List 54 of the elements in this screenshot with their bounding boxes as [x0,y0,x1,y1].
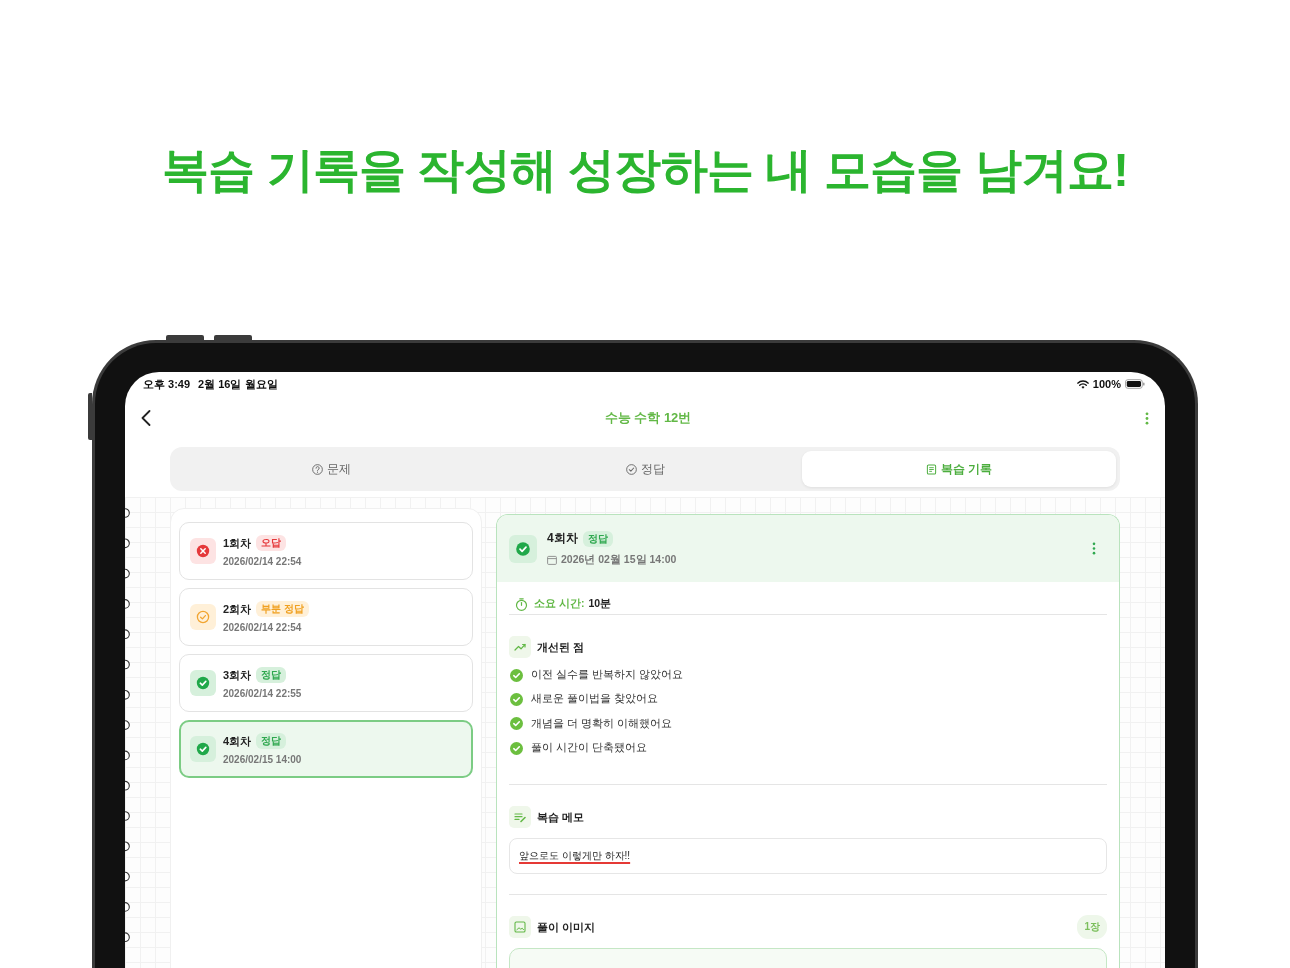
check-icon [510,717,523,731]
question-icon [311,463,323,475]
section-title: 개선된 점 [537,639,585,655]
wifi-icon [1076,379,1089,389]
improvement-text: 새로운 풀이법을 찾았어요 [531,692,658,707]
attempt-card[interactable]: 3회차 정답 2026/02/14 22:55 [179,654,473,712]
attempt-date: 2026/02/14 22:54 [223,556,302,567]
section-title: 풀이 이미지 [537,919,596,935]
time-label: 소요 시간: [534,597,585,611]
notes-pencil-icon [509,806,531,829]
attempt-title: 1회차 [223,535,252,551]
trend-up-icon [509,636,531,658]
battery-percent: 100% [1092,378,1121,390]
attempt-title: 3회차 [223,667,252,683]
attempt-date: 2026/02/14 22:54 [223,622,303,633]
attempt-date: 2026/02/15 14:00 [223,754,302,765]
note-icon [925,463,937,475]
back-icon[interactable] [141,410,151,426]
result-tag: 부분 정답 [256,601,309,617]
more-icon[interactable] [1145,411,1149,425]
check-circle-icon [625,463,637,475]
check-icon [510,692,523,706]
check-icon [510,668,523,682]
improvement-text: 이전 실수를 반복하지 않았어요 [531,668,683,683]
tab[interactable]: 문제 [174,451,488,487]
status-date: 2월 16일 월요일 [198,376,278,392]
result-tag: 정답 [256,733,287,749]
nav-title: 수능 수학 12번 [604,409,692,427]
tab[interactable]: 정답 [488,451,802,487]
improvement-text: 풀이 시간이 단축됐어요 [531,741,647,756]
check-icon [510,741,523,755]
improvement-text: 개념을 더 명확히 이해했어요 [531,716,672,731]
timer-icon [515,597,528,611]
memo-field[interactable]: 앞으로도 이렇게만 하자!! [509,838,1107,875]
calendar-icon [547,555,557,565]
image-icon [509,916,531,939]
attempt-title: 4회차 [223,733,252,749]
detail-title: 4회차 [547,530,578,547]
status-time: 오후 3:49 [143,376,191,392]
result-tag: 오답 [256,535,287,551]
detail-date: 2026년 02월 15일 14:00 [561,553,677,567]
result-tag: 정답 [256,667,287,683]
headline: 복습 기록을 작성해 성장하는 내 모습을 남겨요! [161,142,1129,198]
attempt-card[interactable]: 2회차 부분 정답 2026/02/14 22:54 [179,588,473,646]
result-tag: 정답 [582,530,613,547]
attempt-card[interactable]: 1회차 오답 2026/02/14 22:54 [179,522,473,580]
more-icon[interactable] [1092,542,1096,555]
count-tag: 1장 [1077,915,1107,940]
time-value: 10분 [588,597,612,611]
attempt-card[interactable]: 4회차 정답 2026/02/15 14:00 [179,720,473,778]
battery-icon [1125,379,1145,389]
attempt-title: 2회차 [223,601,252,617]
section-title: 복습 메모 [537,809,585,825]
attempt-date: 2026/02/14 22:55 [223,688,302,699]
